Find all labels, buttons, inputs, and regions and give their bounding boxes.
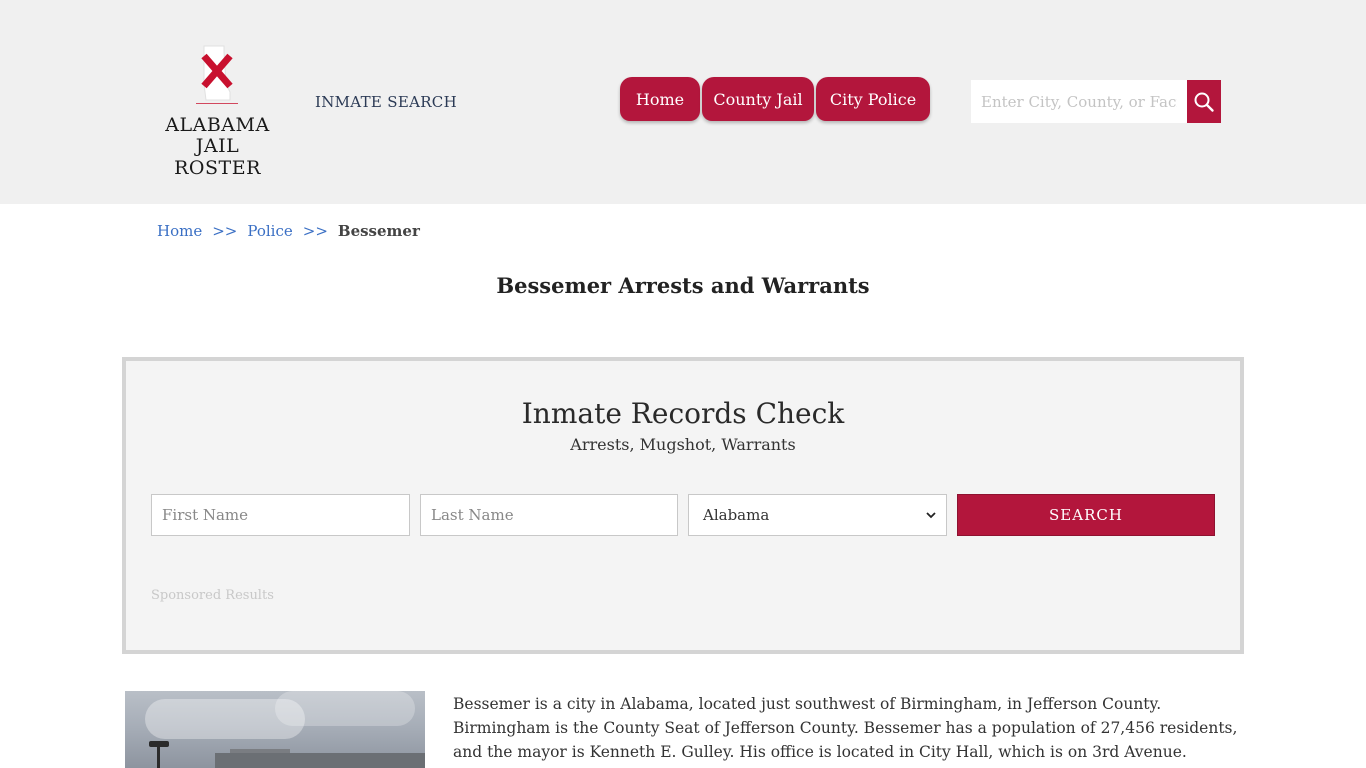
breadcrumb-separator: >>	[302, 222, 328, 240]
last-name-input[interactable]	[420, 494, 678, 536]
nav-tab-city-police[interactable]: City Police	[816, 77, 930, 121]
first-name-input[interactable]	[151, 494, 410, 536]
inmate-search-button[interactable]: SEARCH	[957, 494, 1215, 536]
alabama-flag-logo-icon	[196, 45, 238, 104]
inmate-records-panel: Inmate Records Check Arrests, Mugshot, W…	[122, 357, 1244, 654]
logo-text-line1: ALABAMA	[165, 114, 270, 136]
breadcrumb-home[interactable]: Home	[157, 222, 202, 240]
breadcrumb-separator: >>	[212, 222, 238, 240]
city-description: Bessemer is a city in Alabama, located j…	[453, 695, 1238, 761]
sponsored-results-label: Sponsored Results	[151, 588, 274, 603]
chevron-down-icon	[926, 512, 936, 519]
nav-tab-county-jail[interactable]: County Jail	[702, 77, 814, 121]
breadcrumb-police[interactable]: Police	[247, 222, 292, 240]
panel-subtitle: Arrests, Mugshot, Warrants	[570, 435, 796, 454]
inmate-search-link[interactable]: INMATE SEARCH	[315, 93, 457, 111]
nav-tab-home[interactable]: Home	[620, 77, 700, 121]
header-search-input[interactable]	[971, 80, 1187, 123]
breadcrumb-current: Bessemer	[337, 222, 420, 240]
page-title: Bessemer Arrests and Warrants	[496, 273, 870, 298]
city-photo	[125, 691, 425, 768]
state-select[interactable]: Alabama	[688, 494, 947, 536]
header-search-button[interactable]	[1187, 80, 1221, 123]
site-logo[interactable]: ALABAMA JAIL ROSTER	[150, 44, 285, 179]
site-header: ALABAMA JAIL ROSTER INMATE SEARCH Home C…	[0, 0, 1366, 204]
breadcrumb: Home >> Police >> Bessemer	[157, 222, 420, 240]
logo-text-line2: JAIL ROSTER	[174, 135, 261, 179]
header-search	[971, 80, 1221, 123]
panel-title: Inmate Records Check	[521, 397, 845, 430]
main-nav: Home County Jail City Police	[620, 77, 932, 121]
magnifier-icon	[1194, 92, 1214, 112]
state-select-value: Alabama	[703, 506, 770, 524]
